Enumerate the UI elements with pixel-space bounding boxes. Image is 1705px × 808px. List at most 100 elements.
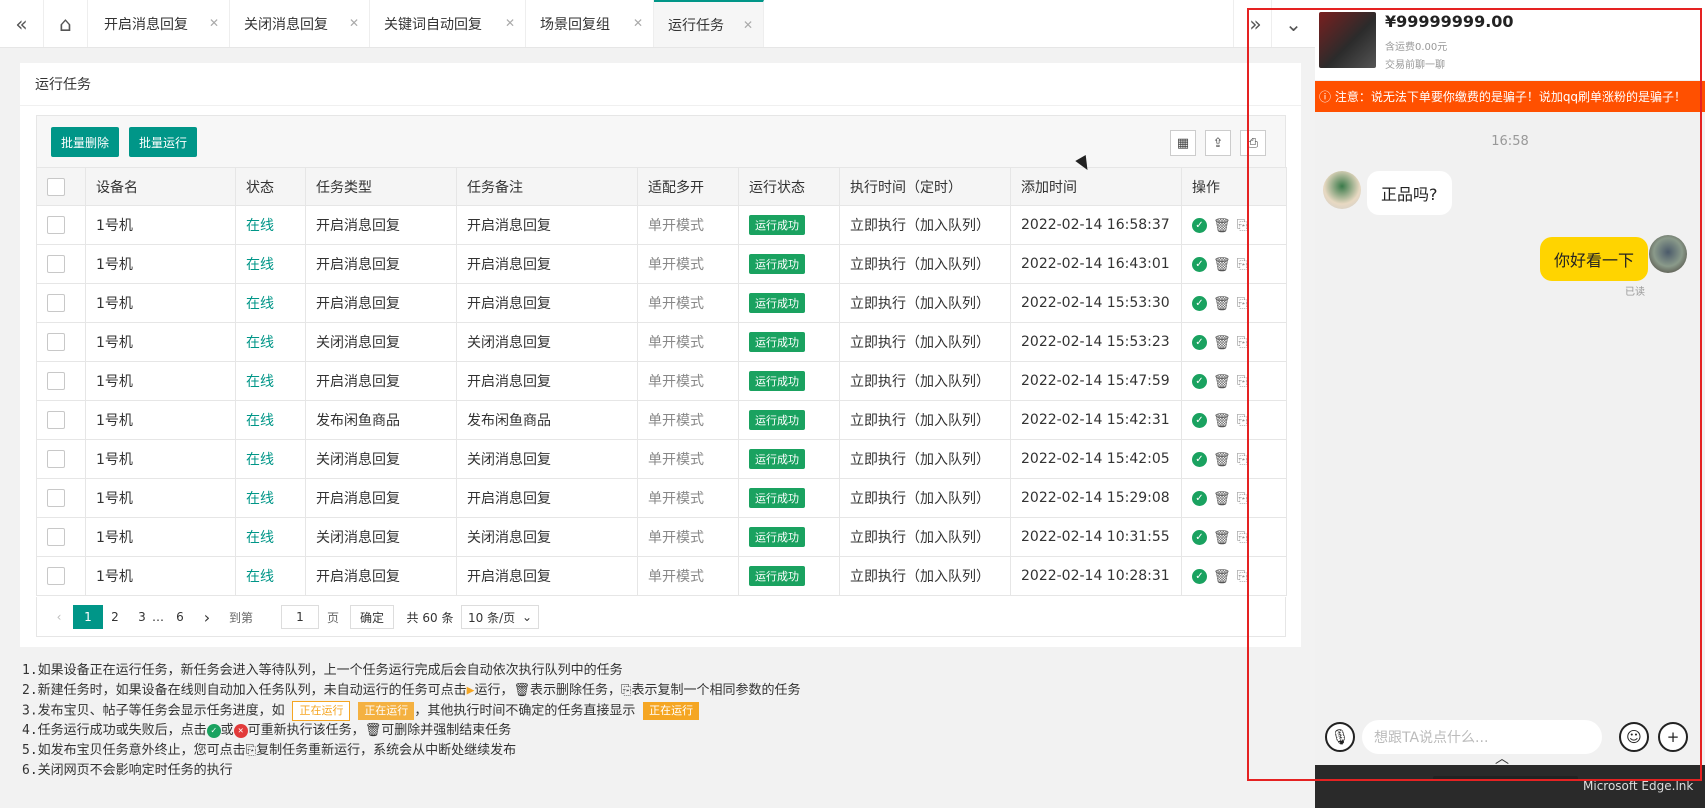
page-size-select[interactable]: 10 条/页 ⌄ — [461, 605, 539, 629]
row-checkbox[interactable] — [47, 528, 65, 546]
page-3[interactable]: 3 — [132, 605, 152, 629]
tab-label: 关闭消息回复 — [244, 16, 328, 33]
seller-avatar[interactable] — [1323, 171, 1361, 209]
copy-icon[interactable]: ⎘ — [1237, 335, 1247, 350]
close-icon[interactable]: ✕ — [633, 16, 643, 30]
row-select-cell — [36, 439, 86, 479]
tab-run-tasks[interactable]: 运行任务 ✕ — [654, 0, 764, 47]
rerun-success-icon[interactable]: ✓ — [1192, 335, 1207, 351]
columns-icon[interactable]: ▦ — [1170, 130, 1196, 156]
voice-icon[interactable]: 🎙 — [1325, 722, 1355, 752]
home-icon[interactable]: ⌂ — [44, 0, 88, 47]
col-status[interactable]: 状态 — [235, 167, 306, 206]
copy-icon[interactable]: ⎘ — [1237, 452, 1247, 467]
table-row[interactable]: 1号机 在线 开启消息回复 开启消息回复 单开模式 运行成功 立即执行（加入队列） 2022-… — [36, 361, 1287, 401]
select-all-checkbox[interactable] — [47, 177, 65, 196]
plus-icon[interactable]: + — [1658, 722, 1688, 752]
trash-icon[interactable]: 🗑 — [1213, 257, 1231, 273]
table-row[interactable]: 1号机 在线 开启消息回复 开启消息回复 单开模式 运行成功 立即执行（加入队列） 2022-… — [36, 283, 1287, 323]
trash-icon[interactable]: 🗑 — [1213, 452, 1231, 468]
print-icon[interactable]: ⎙ — [1240, 130, 1266, 156]
tabs-scroll-left-icon[interactable]: « — [0, 0, 44, 47]
row-checkbox[interactable] — [47, 333, 65, 351]
goto-page-input[interactable]: 1 — [281, 605, 319, 629]
rerun-success-icon[interactable]: ✓ — [1192, 530, 1207, 546]
trash-icon[interactable]: 🗑 — [1213, 218, 1231, 234]
cell-mode: 单开模式 — [637, 478, 739, 518]
row-checkbox[interactable] — [47, 255, 65, 273]
trash-icon[interactable]: 🗑 — [1213, 569, 1231, 585]
rerun-success-icon[interactable]: ✓ — [1192, 452, 1207, 468]
goto-confirm-button[interactable]: 确定 — [350, 605, 394, 629]
batch-delete-button[interactable]: 批量删除 — [51, 127, 120, 157]
table-row[interactable]: 1号机 在线 开启消息回复 开启消息回复 单开模式 运行成功 立即执行（加入队列） 2022-… — [36, 478, 1287, 518]
col-added-time[interactable]: 添加时间 — [1010, 167, 1182, 206]
rerun-success-icon[interactable]: ✓ — [1192, 413, 1207, 429]
copy-icon[interactable]: ⎘ — [1237, 569, 1247, 584]
message-input[interactable]: 想跟TA说点什么... — [1362, 720, 1602, 754]
table-row[interactable]: 1号机 在线 关闭消息回复 关闭消息回复 单开模式 运行成功 立即执行（加入队列） 2022-… — [36, 517, 1287, 557]
copy-icon[interactable]: ⎘ — [1237, 530, 1247, 545]
page-6[interactable]: 6 — [170, 605, 190, 629]
table-row[interactable]: 1号机 在线 关闭消息回复 关闭消息回复 单开模式 运行成功 立即执行（加入队列） 2022-… — [36, 439, 1287, 479]
product-header[interactable]: ¥99999999.00 含运费0.00元 交易前聊一聊 — [1315, 0, 1705, 80]
trash-icon[interactable]: 🗑 — [1213, 530, 1231, 546]
product-image[interactable] — [1319, 12, 1376, 68]
copy-icon[interactable]: ⎘ — [1237, 218, 1247, 233]
close-icon[interactable]: ✕ — [743, 18, 753, 32]
close-icon[interactable]: ✕ — [505, 16, 515, 30]
copy-icon[interactable]: ⎘ — [1237, 491, 1247, 506]
rerun-success-icon[interactable]: ✓ — [1192, 491, 1207, 507]
col-mode[interactable]: 适配多开 — [637, 167, 739, 206]
tab-keyword-reply[interactable]: 关键词自动回复 ✕ — [370, 0, 526, 47]
row-checkbox[interactable] — [47, 294, 65, 312]
trash-icon[interactable]: 🗑 — [1213, 413, 1231, 429]
trash-icon[interactable]: 🗑 — [1213, 335, 1231, 351]
rerun-success-icon[interactable]: ✓ — [1192, 218, 1207, 234]
emoji-icon[interactable]: ☺ — [1619, 722, 1649, 752]
close-icon[interactable]: ✕ — [349, 16, 359, 30]
cell-status: 在线 — [235, 478, 306, 518]
row-select-cell — [36, 283, 86, 323]
row-checkbox[interactable] — [47, 489, 65, 507]
row-checkbox[interactable] — [47, 450, 65, 468]
prev-page-icon[interactable]: ‹ — [49, 605, 69, 629]
my-avatar[interactable] — [1649, 235, 1687, 273]
export-icon[interactable]: ⇪ — [1205, 130, 1231, 156]
rerun-success-icon[interactable]: ✓ — [1192, 374, 1207, 390]
table-row[interactable]: 1号机 在线 开启消息回复 开启消息回复 单开模式 运行成功 立即执行（加入队列） 2022-… — [36, 244, 1287, 284]
close-icon[interactable]: ✕ — [209, 16, 219, 30]
col-exec-time[interactable]: 执行时间（定时） — [839, 167, 1011, 206]
copy-icon[interactable]: ⎘ — [1237, 257, 1247, 272]
col-device[interactable]: 设备名 — [85, 167, 236, 206]
tab-scene-group[interactable]: 场景回复组 ✕ — [526, 0, 654, 47]
tab-open-reply[interactable]: 开启消息回复 ✕ — [90, 0, 230, 47]
copy-icon[interactable]: ⎘ — [1237, 413, 1247, 428]
table-row[interactable]: 1号机 在线 关闭消息回复 关闭消息回复 单开模式 运行成功 立即执行（加入队列） 2022-… — [36, 322, 1287, 362]
batch-run-button[interactable]: 批量运行 — [129, 127, 198, 157]
col-run-status[interactable]: 运行状态 — [738, 167, 840, 206]
row-checkbox[interactable] — [47, 411, 65, 429]
row-checkbox[interactable] — [47, 567, 65, 585]
table-row[interactable]: 1号机 在线 开启消息回复 开启消息回复 单开模式 运行成功 立即执行（加入队列） 2022-… — [36, 205, 1287, 245]
row-checkbox[interactable] — [47, 372, 65, 390]
rerun-success-icon[interactable]: ✓ — [1192, 257, 1207, 273]
rerun-success-icon[interactable]: ✓ — [1192, 296, 1207, 312]
cell-mode: 单开模式 — [637, 400, 739, 440]
copy-icon[interactable]: ⎘ — [1237, 374, 1247, 389]
chevron-down-icon[interactable]: ⌄ — [1271, 0, 1315, 47]
row-checkbox[interactable] — [47, 216, 65, 234]
next-page-icon[interactable]: › — [197, 605, 217, 629]
trash-icon[interactable]: 🗑 — [1213, 296, 1231, 312]
page-1[interactable]: 1 — [73, 605, 103, 629]
rerun-success-icon[interactable]: ✓ — [1192, 569, 1207, 585]
page-2[interactable]: 2 — [105, 605, 125, 629]
trash-icon[interactable]: 🗑 — [1213, 491, 1231, 507]
col-remark[interactable]: 任务备注 — [456, 167, 638, 206]
tab-close-reply[interactable]: 关闭消息回复 ✕ — [230, 0, 370, 47]
copy-icon[interactable]: ⎘ — [1237, 296, 1247, 311]
col-type[interactable]: 任务类型 — [305, 167, 457, 206]
table-row[interactable]: 1号机 在线 开启消息回复 开启消息回复 单开模式 运行成功 立即执行（加入队列） 2022-… — [36, 556, 1287, 596]
trash-icon[interactable]: 🗑 — [1213, 374, 1231, 390]
table-row[interactable]: 1号机 在线 发布闲鱼商品 发布闲鱼商品 单开模式 运行成功 立即执行（加入队列） 2022-… — [36, 400, 1287, 440]
